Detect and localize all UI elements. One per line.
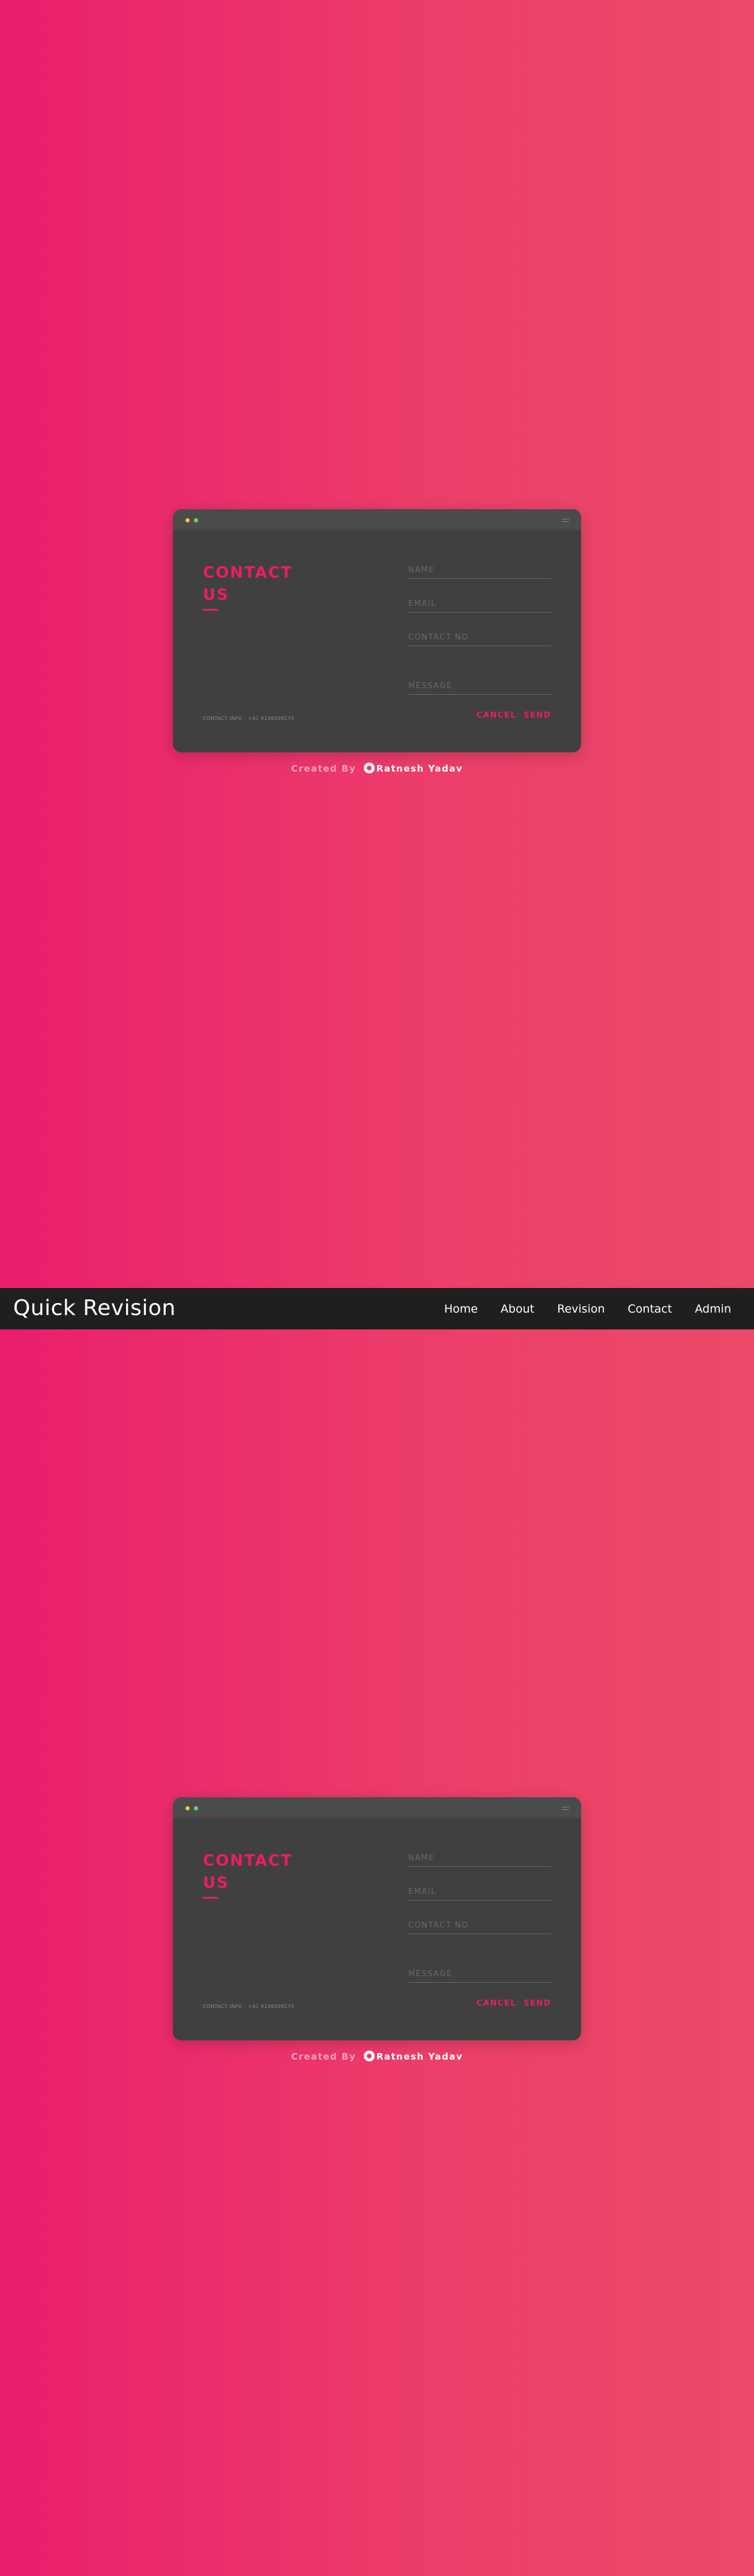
cancel-button[interactable]: CANCEL bbox=[477, 1999, 516, 2008]
send-button[interactable]: SEND bbox=[523, 711, 551, 720]
green-dot-icon bbox=[194, 1806, 198, 1810]
contact-title-line1: CONTACT bbox=[203, 564, 293, 582]
hamburger-icon[interactable] bbox=[562, 1807, 569, 1810]
email-field bbox=[408, 595, 551, 612]
email-field bbox=[408, 1883, 551, 1900]
send-button[interactable]: SEND bbox=[523, 1999, 551, 2008]
contact-info-text: CONTACT INFO : +91 9198098179 bbox=[203, 2004, 295, 2009]
navbar: Quick Revision Home About Revision Conta… bbox=[0, 1288, 754, 1329]
contact-no-input[interactable] bbox=[408, 1917, 551, 1934]
contact-title-line2: US bbox=[203, 1874, 229, 1892]
name-input[interactable] bbox=[408, 561, 551, 578]
name-field bbox=[408, 1849, 551, 1867]
message-field bbox=[408, 1965, 551, 1983]
message-field bbox=[408, 677, 551, 695]
contact-title-line1: CONTACT bbox=[203, 1852, 293, 1870]
nav-link-admin[interactable]: Admin bbox=[695, 1302, 731, 1316]
title-underline bbox=[203, 1897, 218, 1899]
contact-card: CONTACT US CONTACT INFO : +91 9198098179… bbox=[173, 509, 581, 752]
form-buttons: CANCEL SEND bbox=[477, 1999, 551, 2008]
nav-link-about[interactable]: About bbox=[501, 1302, 534, 1316]
name-field bbox=[408, 561, 551, 579]
yellow-dot-icon bbox=[185, 518, 190, 522]
credit-line: Created By Ratnesh Yadav bbox=[0, 763, 754, 774]
contact-title: CONTACT US bbox=[203, 1850, 323, 1894]
card-titlebar bbox=[173, 509, 581, 530]
nav-link-contact[interactable]: Contact bbox=[628, 1302, 672, 1316]
email-input[interactable] bbox=[408, 1883, 551, 1900]
credit-author[interactable]: Ratnesh Yadav bbox=[376, 763, 463, 774]
brand-title[interactable]: Quick Revision bbox=[13, 1296, 176, 1320]
credit-line: Created By Ratnesh Yadav bbox=[0, 2051, 754, 2062]
page-section-bottom: CONTACT US CONTACT INFO : +91 9198098179… bbox=[0, 1288, 754, 2576]
contact-no-field bbox=[408, 629, 551, 646]
credit-prefix: Created By bbox=[291, 763, 357, 774]
message-input[interactable] bbox=[408, 677, 551, 694]
green-dot-icon bbox=[194, 518, 198, 522]
cancel-button[interactable]: CANCEL bbox=[477, 711, 516, 720]
contact-title: CONTACT US bbox=[203, 562, 323, 606]
contact-title-line2: US bbox=[203, 586, 229, 604]
credit-author[interactable]: Ratnesh Yadav bbox=[376, 2051, 463, 2062]
nav-link-revision[interactable]: Revision bbox=[557, 1302, 605, 1316]
nav-menu: Home About Revision Contact Admin bbox=[421, 1302, 731, 1316]
nav-link-home[interactable]: Home bbox=[444, 1302, 478, 1316]
credit-prefix: Created By bbox=[291, 2051, 357, 2062]
name-input[interactable] bbox=[408, 1849, 551, 1866]
email-input[interactable] bbox=[408, 595, 551, 612]
title-underline bbox=[203, 609, 218, 611]
contact-no-input[interactable] bbox=[408, 629, 551, 646]
contact-card: CONTACT US CONTACT INFO : +91 9198098179… bbox=[173, 1797, 581, 2040]
author-logo-icon bbox=[363, 2051, 375, 2061]
message-input[interactable] bbox=[408, 1965, 551, 1982]
card-titlebar bbox=[173, 1797, 581, 1818]
yellow-dot-icon bbox=[185, 1806, 190, 1810]
hamburger-icon[interactable] bbox=[562, 519, 569, 522]
contact-no-field bbox=[408, 1917, 551, 1934]
contact-info-text: CONTACT INFO : +91 9198098179 bbox=[203, 716, 295, 721]
author-logo-icon bbox=[363, 763, 375, 773]
page-section-top: CONTACT US CONTACT INFO : +91 9198098179… bbox=[0, 0, 754, 1288]
form-buttons: CANCEL SEND bbox=[477, 711, 551, 720]
